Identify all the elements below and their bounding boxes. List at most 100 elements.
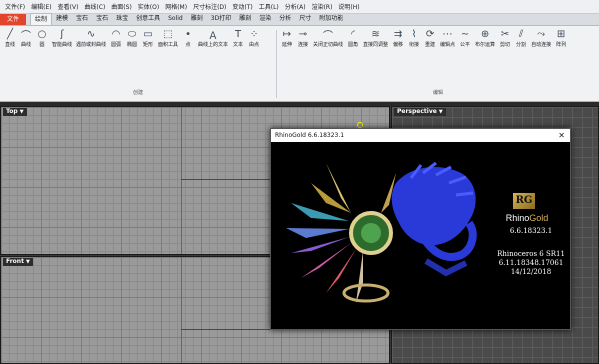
ribbon-tool-button[interactable]: ∿ 遇前或封曲线 <box>74 28 108 49</box>
ribbon-tool-button[interactable]: ⟳ 重建 <box>422 28 438 49</box>
ribbon-tool-button[interactable]: • 点 <box>180 28 196 49</box>
ribbon-tool-button[interactable]: ∼ 公平 <box>457 28 473 49</box>
tool-icon: ⫽ <box>518 28 524 40</box>
tool-label: 由点 <box>249 42 260 48</box>
ribbon-group-create: ╱ 直线 ⌒ 曲线 ○ 圆 ʃ 智能曲线 ∿ 遇前或封曲线 ◠ 圆弧 ⬭ 椭圆 ▭ 矩形 ⬚ 面积工具 • 点 Ａ 曲线上… <box>2 28 274 100</box>
viewport-front-label[interactable]: Front ▼ <box>3 258 33 266</box>
ribbon-tab[interactable]: 3D打印 <box>207 13 235 24</box>
menu-item[interactable]: 编辑(E) <box>28 2 54 11</box>
menu-item[interactable]: 文件(F) <box>2 2 28 11</box>
ribbon-tool-button[interactable]: ⇉ 偏移 <box>390 28 406 49</box>
ribbon-tool-button[interactable]: Ａ 曲线上的文本 <box>196 28 230 49</box>
ribbon-group-edit: ↦ 延伸 ⊸ 连接 ⌒ 关闭正切曲线 ◜ 圆角 ≋ 直接同调整 ⇉ 偏移 ⌇ 衔接 ⟳ 重建 ⋯ 编辑点 ∼ 公平 ⊕ 布… <box>279 28 597 100</box>
ribbon-tool-button[interactable]: ⊕ 布尔运算 <box>473 28 497 49</box>
tool-label: 重建 <box>425 42 436 48</box>
ribbon-tab[interactable]: 绘制 <box>30 13 53 25</box>
ribbon-tool-button[interactable]: ╱ 直线 <box>2 28 18 49</box>
tool-label: 衔接 <box>409 42 420 48</box>
ribbon-tool-button[interactable]: ↦ 延伸 <box>279 28 295 49</box>
menu-item[interactable]: 工具(L) <box>256 2 282 11</box>
tool-label: 曲线上的文本 <box>198 42 229 48</box>
ribbon-tool-button[interactable]: ⁘ 由点 <box>246 28 262 49</box>
splash-date: 14/12/2018 <box>510 268 552 276</box>
tool-label: 圆角 <box>348 42 359 48</box>
tab-file[interactable]: 文件 <box>0 14 27 25</box>
viewport-perspective-title: Perspective <box>397 108 437 115</box>
ribbon-tab[interactable]: 宝石 <box>92 13 112 24</box>
ribbon-tool-button[interactable]: ⊞ 阵列 <box>553 28 569 49</box>
menu-item[interactable]: 渲染(R) <box>309 2 336 11</box>
close-icon[interactable]: ✕ <box>558 129 565 142</box>
splash-rhino-version: Rhinoceros 6 SR11 <box>497 250 565 258</box>
menu-item[interactable]: 查看(V) <box>55 2 82 11</box>
ribbon-separator <box>276 30 277 98</box>
ribbon-tool-button[interactable]: ✂ 剪切 <box>497 28 513 49</box>
tool-icon: ⇉ <box>393 28 403 40</box>
menu-item[interactable]: 实体(O) <box>135 2 162 11</box>
chevron-down-icon[interactable]: ▼ <box>26 259 30 265</box>
viewport-perspective-label[interactable]: Perspective ▼ <box>394 108 446 116</box>
tool-label: 圆弧 <box>111 42 122 48</box>
tool-icon: ⤳ <box>537 28 546 40</box>
tool-label: 关闭正切曲线 <box>313 42 344 48</box>
ribbon-tool-button[interactable]: ⋯ 编辑点 <box>438 28 457 49</box>
chevron-down-icon[interactable]: ▼ <box>439 109 443 115</box>
menu-item[interactable]: 分析(A) <box>282 2 309 11</box>
ribbon-tab[interactable]: 附加功能 <box>315 13 347 24</box>
ribbon-tab[interactable]: 渲染 <box>255 13 275 24</box>
tool-label: 智能曲线 <box>52 42 73 48</box>
tool-label: 阵列 <box>556 42 567 48</box>
ribbon-tab[interactable]: 珠宝 <box>112 13 132 24</box>
ribbon-tool-button[interactable]: ◠ 圆弧 <box>108 28 124 49</box>
menu-item[interactable]: 说明(H) <box>335 2 362 11</box>
tool-icon: ⬭ <box>127 28 137 40</box>
ribbon-tool-button[interactable]: ⊸ 连接 <box>295 28 311 49</box>
ribbon-tool-button[interactable]: ⌒ 曲线 <box>18 28 34 49</box>
ribbon-tab[interactable]: 尺寸 <box>295 13 315 24</box>
ribbon-tab[interactable]: 分析 <box>275 13 295 24</box>
logo-gold: Gold <box>529 213 549 223</box>
tool-icon: T <box>235 28 242 40</box>
ribbon-tab[interactable]: Solid <box>164 13 187 24</box>
ribbon-tool-button[interactable]: T 文本 <box>230 28 246 49</box>
ribbon-tab[interactable]: 雕刻 <box>235 13 255 24</box>
menu-item[interactable]: 尺寸标注(D) <box>190 2 229 11</box>
logo-rhino: Rhino <box>505 213 530 223</box>
ribbon-tool-button[interactable]: ▭ 矩形 <box>140 28 156 49</box>
tool-icon: ◠ <box>111 28 121 40</box>
rhinogold-logo-word: RhinoGold <box>503 213 551 223</box>
blue-wax-ring <box>391 161 477 277</box>
ribbon-tool-button[interactable]: ⌒ 关闭正切曲线 <box>311 28 345 49</box>
tool-icon: ∿ <box>86 28 96 40</box>
tool-label: 分割 <box>516 42 527 48</box>
ribbon-tool-button[interactable]: ⤳ 自动连接 <box>529 28 553 49</box>
tool-label: 矩形 <box>143 42 154 48</box>
ribbon-tab[interactable]: 建模 <box>52 13 72 24</box>
ribbon-tool-button[interactable]: ◜ 圆角 <box>345 28 361 49</box>
viewport-top-label[interactable]: Top ▼ <box>3 108 27 116</box>
ribbon-tool-button[interactable]: ⌇ 衔接 <box>406 28 422 49</box>
ribbon-tool-button[interactable]: ○ 圆 <box>34 28 50 49</box>
splash-title: RhinoGold 6.6.18323.1 <box>275 132 345 139</box>
tool-label: 曲线 <box>20 42 31 48</box>
ribbon-tool-button[interactable]: ʃ 智能曲线 <box>50 28 74 49</box>
ribbon-tool-button[interactable]: ⬭ 椭圆 <box>124 28 140 49</box>
ribbon-tab[interactable]: 雕刻 <box>187 13 207 24</box>
tool-icon: ⌒ <box>323 30 333 42</box>
ribbon-tool-button[interactable]: ≋ 直接同调整 <box>361 28 390 49</box>
ribbon-tab-bar: 文件 绘制 建模 宝石 宝石 珠宝 创意工具 Solid 雕刻 3D打印 雕刻 渲染 分析 尺寸 附加功能 <box>0 13 599 26</box>
ribbon-tab[interactable]: 宝石 <box>72 13 92 24</box>
menu-item[interactable]: 变动(T) <box>229 2 255 11</box>
ribbon-tool-button[interactable]: ⬚ 面积工具 <box>156 28 180 49</box>
viewport-front-title: Front <box>6 258 24 265</box>
tool-label: 自动连接 <box>531 42 552 48</box>
menu-item[interactable]: 曲线(C) <box>81 2 108 11</box>
tool-label: 编辑点 <box>440 42 456 48</box>
tool-icon: ∼ <box>460 28 470 40</box>
ribbon-tool-button[interactable]: ⫽ 分割 <box>513 28 529 49</box>
ribbon-tab[interactable]: 创意工具 <box>132 13 164 24</box>
menu-item[interactable]: 曲面(S) <box>108 2 135 11</box>
tool-icon: Ａ <box>208 30 219 42</box>
menu-item[interactable]: 网格(M) <box>162 2 190 11</box>
chevron-down-icon[interactable]: ▼ <box>20 109 24 115</box>
